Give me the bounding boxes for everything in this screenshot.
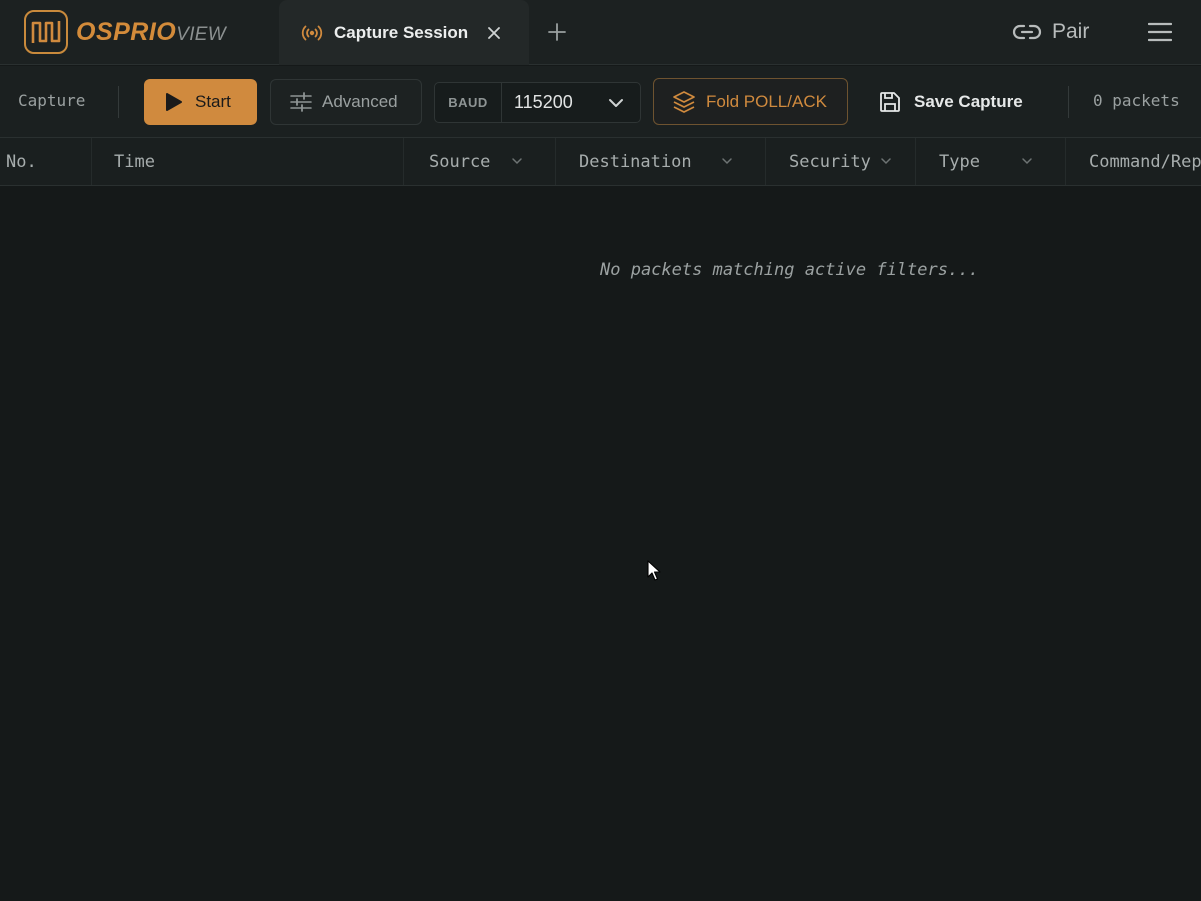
start-label: Start (195, 92, 231, 111)
mouse-cursor-icon (647, 560, 661, 581)
toolbar-section-label: Capture (18, 91, 86, 110)
logo-text: OSPRIO VIEW (76, 18, 226, 47)
title-bar: OSPRIO VIEW Capture Session Pair (0, 0, 1201, 65)
chevron-down-icon (609, 99, 623, 107)
column-header-source[interactable]: Source (404, 138, 556, 185)
layers-icon (673, 90, 695, 113)
link-icon (1012, 24, 1042, 40)
start-button[interactable]: Start (144, 79, 257, 125)
column-header-destination[interactable]: Destination (556, 138, 766, 185)
column-label: Security (789, 152, 871, 172)
column-label: Command/Rep (1089, 152, 1201, 172)
column-label: No. (6, 152, 37, 172)
tab-label: Capture Session (334, 22, 469, 42)
logo-sub: VIEW (176, 23, 227, 45)
baud-tag: BAUD (435, 83, 502, 122)
tab-capture-session[interactable]: Capture Session (279, 0, 529, 65)
column-label: Time (114, 152, 155, 172)
hamburger-menu-icon[interactable] (1146, 18, 1174, 46)
chevron-down-icon[interactable] (721, 155, 733, 167)
column-label: Destination (579, 152, 692, 172)
packet-count: 0 packets (1093, 91, 1180, 110)
play-icon (166, 93, 182, 111)
column-header-type[interactable]: Type (916, 138, 1066, 185)
column-label: Source (429, 152, 491, 172)
baud-value: 115200 (514, 92, 573, 112)
toolbar-divider (1068, 86, 1069, 118)
chevron-down-icon[interactable] (880, 155, 892, 167)
save-capture-button[interactable]: Save Capture (878, 88, 1023, 116)
column-header-command-reply[interactable]: Command/Rep (1066, 138, 1201, 185)
empty-state-message: No packets matching active filters... (600, 260, 979, 280)
logo-mark-icon (24, 10, 68, 54)
save-icon (880, 92, 900, 112)
advanced-button[interactable]: Advanced (270, 79, 422, 125)
broadcast-icon (301, 22, 323, 44)
pair-label: Pair (1052, 20, 1090, 43)
close-icon[interactable] (483, 22, 505, 44)
app-window: OSPRIO VIEW Capture Session Pair Capture… (0, 0, 1201, 901)
chevron-down-icon[interactable] (511, 155, 523, 167)
app-logo: OSPRIO VIEW (24, 10, 226, 54)
logo-brand: OSPRIO (76, 17, 177, 46)
column-label: Type (939, 152, 980, 172)
column-header-time[interactable]: Time (92, 138, 404, 185)
fold-poll-ack-button[interactable]: Fold POLL/ACK (653, 78, 848, 125)
plus-icon (548, 23, 566, 41)
pair-button[interactable]: Pair (1012, 16, 1089, 48)
packet-table-header: No. Time Source Destination Security Typ… (0, 138, 1201, 186)
baud-rate-select[interactable]: BAUD 115200 (434, 82, 641, 123)
capture-toolbar: Capture Start Advanced BAUD 115200 Fold … (0, 66, 1201, 138)
toolbar-divider (118, 86, 119, 118)
sliders-icon (290, 92, 312, 112)
chevron-down-icon[interactable] (1021, 155, 1033, 167)
advanced-label: Advanced (322, 92, 398, 111)
save-label: Save Capture (914, 92, 1023, 111)
column-header-security[interactable]: Security (766, 138, 916, 185)
fold-label: Fold POLL/ACK (706, 91, 827, 111)
column-header-no[interactable]: No. (0, 138, 92, 185)
new-tab-button[interactable] (544, 19, 570, 45)
